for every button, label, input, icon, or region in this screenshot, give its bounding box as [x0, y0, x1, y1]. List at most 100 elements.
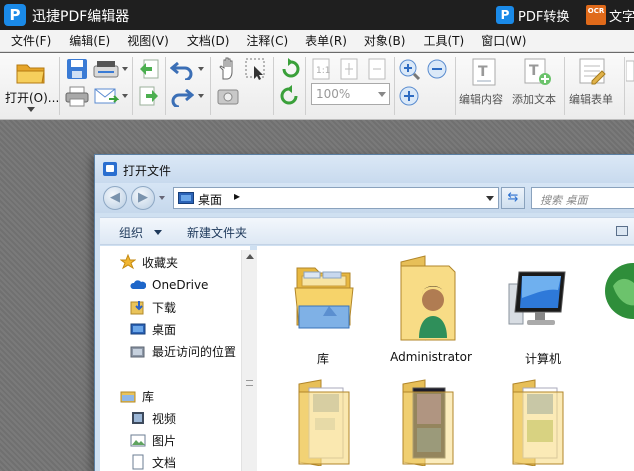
toolbar-divider — [59, 57, 60, 115]
dialog-command-bar: 组织 新建文件夹 — [100, 217, 634, 245]
select-tool-icon[interactable] — [244, 57, 268, 81]
menu-window[interactable]: 窗口(W) — [481, 31, 526, 51]
rotate-ccw-icon[interactable] — [278, 84, 302, 108]
file-item-computer[interactable]: 计算机 — [495, 246, 591, 366]
back-button[interactable]: ◀ — [103, 186, 127, 210]
folder-item-2[interactable] — [383, 370, 479, 471]
zoom-add-icon[interactable] — [398, 85, 422, 107]
scroll-thumb-grip-icon[interactable] — [246, 380, 253, 386]
nav-onedrive[interactable]: OneDrive — [130, 275, 208, 295]
address-bar[interactable]: 桌面 ▸ — [173, 187, 499, 209]
refresh-button[interactable]: ⇆ — [501, 187, 525, 209]
overflow-tool-icon[interactable] — [626, 59, 634, 83]
fit-page-icon[interactable] — [339, 58, 361, 80]
email-dropdown-icon[interactable] — [122, 94, 128, 98]
pdf-convert-button[interactable]: P PDF转换 — [496, 4, 569, 26]
open-button[interactable]: 打开(O)... — [4, 55, 59, 117]
menu-tools[interactable]: 工具(T) — [423, 31, 464, 51]
file-item-library[interactable]: 库 — [275, 246, 371, 366]
actual-size-icon[interactable]: 1:1 — [311, 58, 333, 80]
scroll-up-arrow-icon[interactable] — [246, 254, 254, 259]
undo-icon[interactable] — [170, 58, 194, 80]
computer-icon — [508, 271, 566, 325]
zoom-in-icon[interactable] — [398, 58, 422, 80]
page-back-icon[interactable] — [138, 58, 160, 80]
page-forward-icon[interactable] — [138, 85, 160, 107]
menu-edit[interactable]: 编辑(E) — [69, 31, 110, 51]
menu-bar: 文件(F) 编辑(E) 视图(V) 文档(D) 注释(C) 表单(R) 对象(B… — [0, 30, 634, 52]
organize-button[interactable]: 组织 — [119, 224, 143, 241]
navigation-scrollbar[interactable] — [241, 250, 257, 471]
open-file-dialog: 打开文件 ◀ ▶ 桌面 ▸ ⇆ 搜索 桌面 组织 新建文件夹 收藏夹 OneDr… — [94, 154, 634, 471]
search-input[interactable]: 搜索 桌面 — [531, 187, 634, 209]
forward-button[interactable]: ▶ — [131, 186, 155, 210]
videos-folder-icon — [402, 379, 454, 466]
print-icon[interactable] — [65, 85, 89, 107]
file-name-administrator: Administrator — [390, 350, 472, 364]
change-view-icon[interactable] — [616, 226, 628, 236]
save-icon[interactable] — [65, 58, 89, 80]
zoom-select[interactable]: 100% — [311, 83, 390, 105]
snapshot-icon[interactable] — [216, 85, 240, 107]
address-dropdown-icon[interactable] — [486, 196, 494, 201]
download-folder-icon — [130, 299, 146, 315]
nav-libraries[interactable]: 库 — [120, 386, 154, 406]
nav-recent-places[interactable]: 最近访问的位置 — [130, 341, 236, 361]
zoom-out-icon[interactable] — [426, 58, 450, 80]
open-dropdown-icon[interactable] — [27, 107, 35, 112]
edit-form-button[interactable]: 编辑表单 — [566, 55, 622, 115]
documents-folder-icon — [298, 379, 350, 466]
zoom-dropdown-icon — [378, 92, 386, 97]
search-placeholder: 搜索 桌面 — [540, 194, 588, 207]
file-item-network[interactable] — [603, 246, 634, 361]
email-icon[interactable] — [93, 85, 119, 107]
toolbar-divider — [624, 57, 625, 115]
folder-item-1[interactable] — [275, 370, 371, 471]
undo-dropdown-icon[interactable] — [198, 67, 204, 71]
toolbar-divider — [132, 57, 133, 115]
toolbar-divider — [564, 57, 565, 115]
fit-width-icon[interactable] — [367, 58, 389, 80]
menu-object[interactable]: 对象(B) — [364, 31, 406, 51]
toolbar-divider — [210, 57, 211, 115]
crumb-chevron-icon[interactable]: ▸ — [234, 189, 240, 203]
redo-icon[interactable] — [170, 85, 194, 107]
edit-content-button[interactable]: T 编辑内容 — [457, 55, 511, 115]
add-text-button[interactable]: T 添加文本 — [511, 55, 565, 115]
desktop-folder-icon — [178, 192, 194, 204]
refresh-icon: ⇆ — [507, 190, 519, 205]
title-bar: P 迅捷PDF编辑器 P PDF转换 OCR 文字 — [0, 0, 634, 30]
ocr-button[interactable]: OCR 文字 — [586, 4, 634, 26]
menu-document[interactable]: 文档(D) — [187, 31, 230, 51]
menu-comment[interactable]: 注释(C) — [246, 31, 288, 51]
toolbar: 打开(O)... 1:1 100% T 编辑内容 T 添加文本 编辑表单 — [0, 53, 634, 120]
organize-dropdown-icon[interactable] — [154, 230, 162, 235]
app-title: 迅捷PDF编辑器 — [32, 9, 130, 25]
rotate-cw-icon[interactable] — [278, 57, 302, 81]
history-dropdown-icon[interactable] — [159, 196, 165, 200]
nav-desktop-label: 桌面 — [152, 322, 177, 337]
file-item-administrator[interactable]: Administrator — [383, 246, 479, 364]
address-crumb-desktop[interactable]: 桌面 — [198, 191, 222, 208]
nav-desktop[interactable]: 桌面 — [130, 319, 176, 339]
nav-documents[interactable]: 文档 — [130, 452, 176, 471]
menu-view[interactable]: 视图(V) — [127, 31, 169, 51]
nav-videos[interactable]: 视频 — [130, 408, 176, 428]
hand-tool-icon[interactable] — [216, 57, 240, 81]
menu-form[interactable]: 表单(R) — [305, 31, 347, 51]
nav-downloads[interactable]: 下载 — [130, 297, 176, 317]
nav-pictures[interactable]: 图片 — [130, 430, 176, 450]
ocr-label: 文字 — [609, 9, 634, 25]
globe-icon — [605, 263, 634, 319]
menu-file[interactable]: 文件(F) — [11, 31, 51, 51]
nav-favorites[interactable]: 收藏夹 — [119, 252, 178, 272]
back-arrow-icon: ◀ — [110, 190, 120, 205]
user-folder-icon — [400, 255, 456, 341]
folder-item-3[interactable] — [495, 370, 591, 471]
redo-dropdown-icon[interactable] — [198, 94, 204, 98]
dialog-title: 打开文件 — [123, 164, 172, 178]
scan-dropdown-icon[interactable] — [122, 67, 128, 71]
toolbar-divider — [305, 57, 306, 115]
scan-icon[interactable] — [93, 58, 119, 80]
new-folder-button[interactable]: 新建文件夹 — [187, 224, 247, 241]
